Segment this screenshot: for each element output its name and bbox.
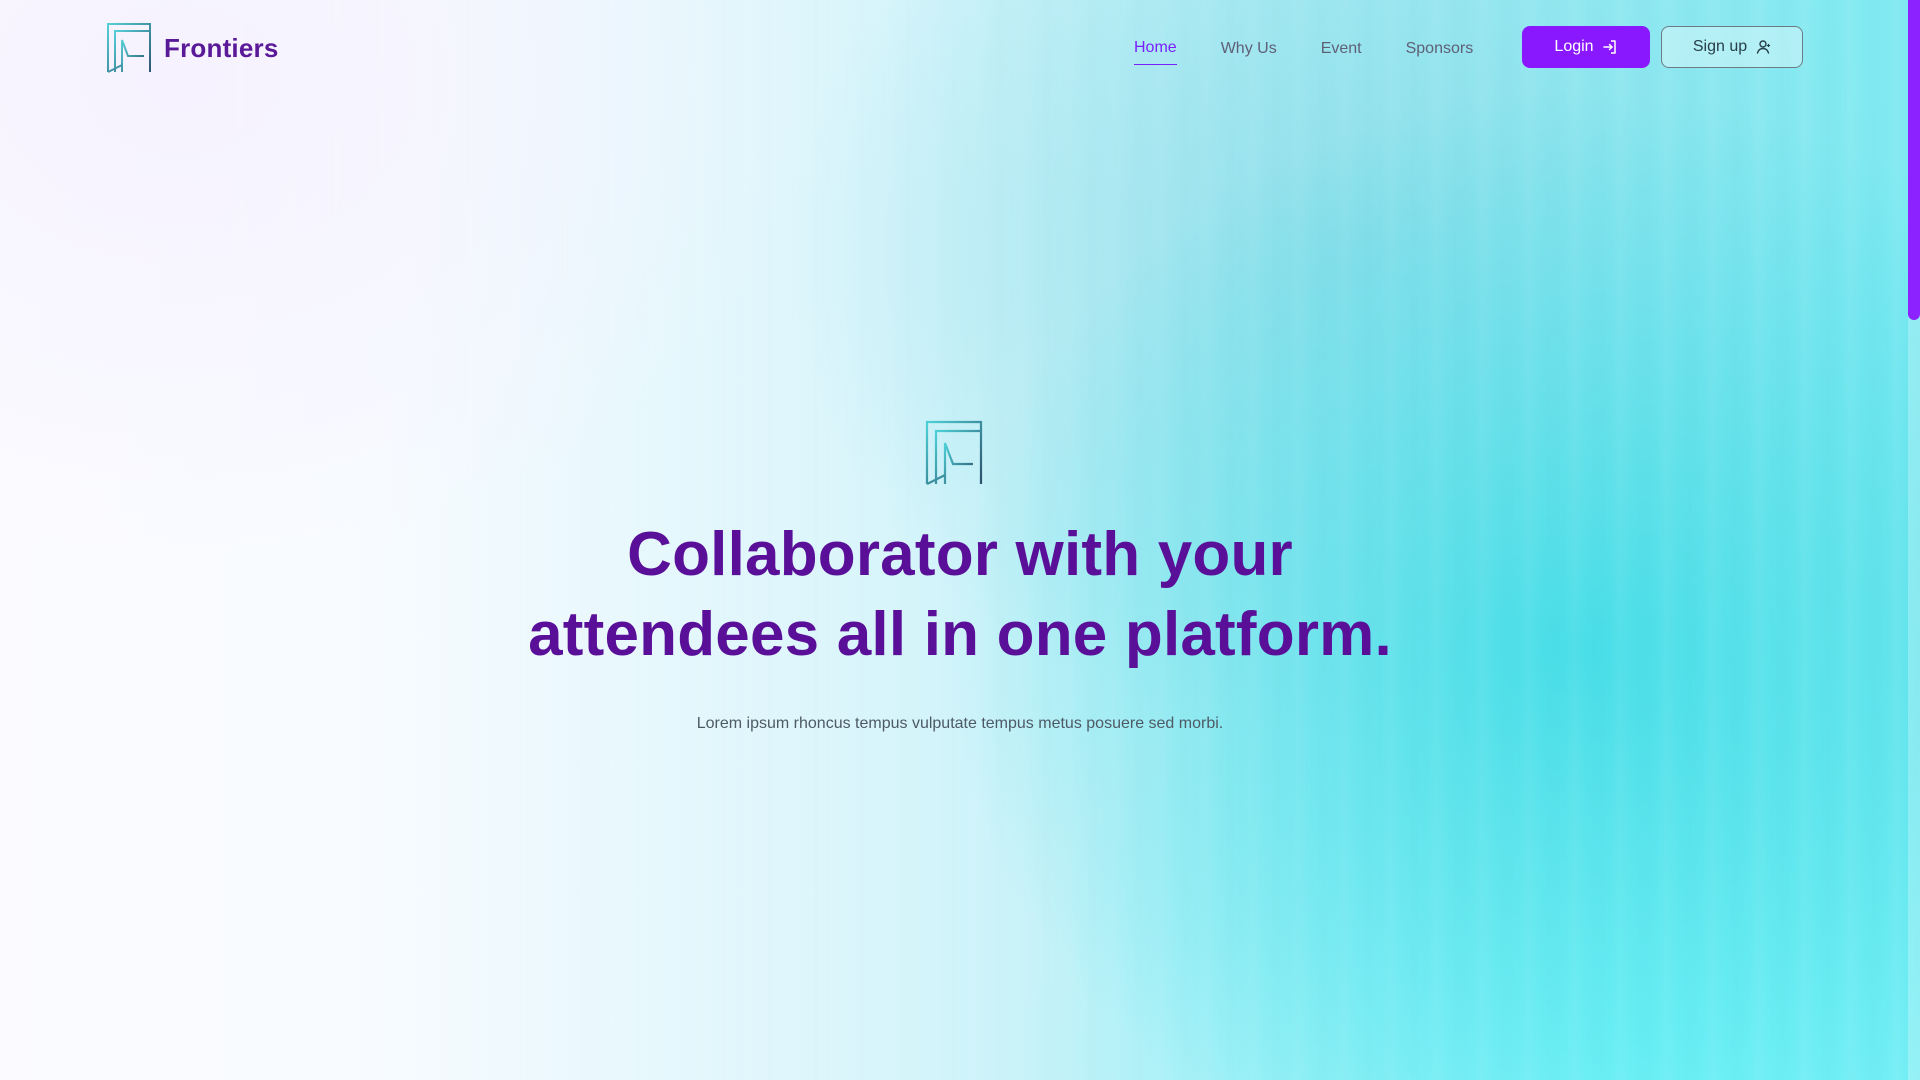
signup-button-label: Sign up [1692, 38, 1748, 55]
nav-home[interactable]: Home [1134, 36, 1177, 65]
login-button[interactable]: Login [1522, 26, 1650, 68]
frontiers-logo-icon [925, 420, 983, 485]
login-icon [1602, 40, 1616, 54]
hero-subtitle: Lorem ipsum rhoncus tempus vulputate tem… [696, 715, 1224, 732]
hero-title: Collaborator with your attendees all in … [460, 515, 1460, 675]
hero-title-line-2: attendees all in one platform. [528, 600, 1392, 669]
nav-why-us[interactable]: Why Us [1221, 37, 1277, 65]
frontiers-logo-icon [107, 23, 151, 73]
nav-sponsors[interactable]: Sponsors [1406, 37, 1474, 65]
brand-link[interactable]: Frontiers [106, 22, 278, 74]
main-nav: Home Why Us Event Sponsors [1134, 36, 1473, 65]
site-header: Frontiers Home Why Us Event Sponsors Log… [0, 0, 1920, 96]
hero-title-line-1: Collaborator with your [627, 520, 1293, 589]
user-icon [1756, 40, 1771, 54]
login-button-label: Login [1554, 38, 1594, 55]
nav-event[interactable]: Event [1321, 37, 1362, 65]
scrollbar-track[interactable] [1908, 0, 1920, 1080]
brand-name: Frontiers [164, 32, 279, 63]
signup-button[interactable]: Sign up [1661, 26, 1803, 68]
